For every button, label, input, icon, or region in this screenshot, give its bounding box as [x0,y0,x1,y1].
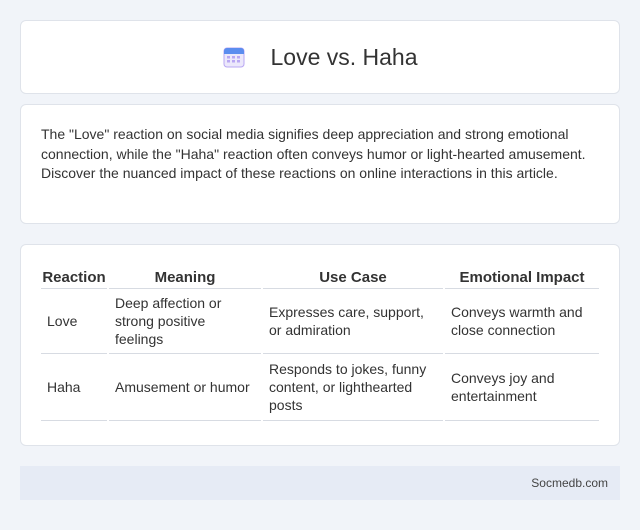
intro-text: The "Love" reaction on social media sign… [41,126,586,181]
calendar-icon [222,45,246,69]
table-cell: Love [41,289,107,354]
table-cell: Deep affection or strong positive feelin… [109,289,261,354]
column-header: Meaning [109,263,261,289]
column-header: Use Case [263,263,443,289]
table-cell: Expresses care, support, or admiration [263,289,443,354]
title-card: Love vs. Haha [20,20,620,94]
footer: Socmedb.com [20,466,620,500]
page-title: Love vs. Haha [270,43,418,70]
table-cell: Conveys joy and entertainment [445,354,599,421]
footer-site-link[interactable]: Socmedb.com [531,476,608,490]
column-header: Reaction [41,263,107,289]
table-row: Haha Amusement or humor Responds to joke… [41,354,599,421]
table-row: Love Deep affection or strong positive f… [41,289,599,354]
table-cell: Conveys warmth and close connection [445,289,599,354]
table-cell: Amusement or humor [109,354,261,421]
column-header: Emotional Impact [445,263,599,289]
table-card: Reaction Meaning Use Case Emotional Impa… [20,244,620,446]
table-cell: Haha [41,354,107,421]
comparison-table: Reaction Meaning Use Case Emotional Impa… [39,263,601,421]
intro-card: The "Love" reaction on social media sign… [20,104,620,224]
table-header-row: Reaction Meaning Use Case Emotional Impa… [41,263,599,289]
table-cell: Responds to jokes, funny content, or lig… [263,354,443,421]
